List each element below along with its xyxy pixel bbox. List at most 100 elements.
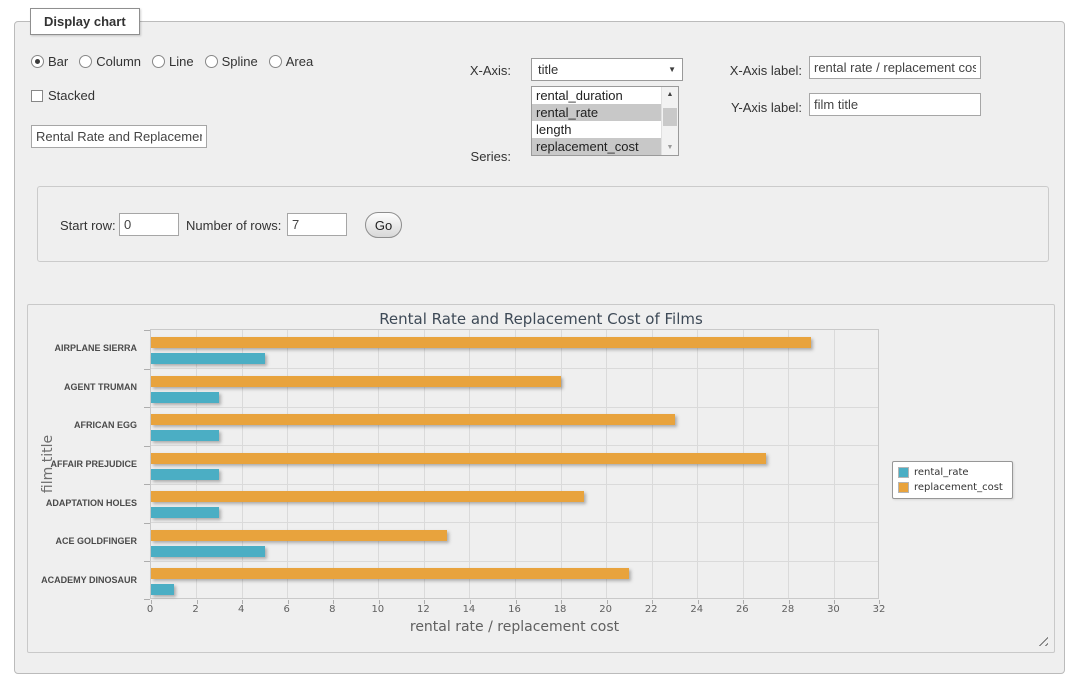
bar-rental_rate[interactable]: [151, 469, 219, 480]
chart-title-input[interactable]: [31, 125, 207, 148]
chart-type-label: Area: [286, 54, 313, 69]
bar-rental_rate[interactable]: [151, 507, 219, 518]
x-tick-label: 16: [508, 604, 521, 615]
scrollbar-thumb[interactable]: [663, 108, 677, 126]
chart-title: Rental Rate and Replacement Cost of Film…: [28, 310, 1054, 328]
bar-replacement_cost[interactable]: [151, 414, 675, 425]
x-tick-label: 30: [827, 604, 840, 615]
stacked-option[interactable]: Stacked: [31, 88, 95, 103]
x-tick-label: 20: [599, 604, 612, 615]
chart-container: Rental Rate and Replacement Cost of Film…: [27, 304, 1055, 653]
grid-line-y: [151, 445, 878, 446]
x-tick-label: 22: [645, 604, 658, 615]
y-tick-mark: [144, 599, 150, 600]
category-label: AFRICAN EGG: [28, 406, 143, 445]
category-label: AFFAIR PREJUDICE: [28, 445, 143, 484]
go-button[interactable]: Go: [365, 212, 402, 238]
scroll-up-icon[interactable]: ▲: [662, 87, 678, 102]
series-scrollbar[interactable]: ▲ ▼: [661, 87, 678, 155]
grid-line-x: [333, 330, 334, 598]
chart-type-label: Line: [169, 54, 194, 69]
legend-item-rental_rate[interactable]: rental_rate: [898, 467, 1003, 478]
x-tick-label: 4: [238, 604, 244, 615]
resize-grip-icon[interactable]: [1035, 633, 1048, 646]
radio-icon[interactable]: [152, 55, 165, 68]
chart-type-group: Bar Column Line Spline Area: [31, 54, 313, 69]
chart-type-option-line[interactable]: Line: [152, 54, 194, 69]
bar-replacement_cost[interactable]: [151, 337, 811, 348]
grid-line-x: [834, 330, 835, 598]
grid-line-x: [287, 330, 288, 598]
bar-rental_rate[interactable]: [151, 430, 219, 441]
bar-replacement_cost[interactable]: [151, 453, 766, 464]
y-tick-mark: [144, 561, 150, 562]
bar-replacement_cost[interactable]: [151, 568, 629, 579]
chart-type-option-spline[interactable]: Spline: [205, 54, 258, 69]
series-select-label: Series:: [445, 149, 511, 164]
x-tick-label: 12: [417, 604, 430, 615]
x-tick-label: 8: [329, 604, 335, 615]
start-row-input[interactable]: [119, 213, 179, 236]
row-range-panel: Start row: Number of rows: Go: [37, 186, 1049, 262]
x-tick-label: 26: [736, 604, 749, 615]
radio-icon[interactable]: [31, 55, 44, 68]
scroll-down-icon[interactable]: ▼: [662, 140, 678, 155]
grid-line-y: [151, 522, 878, 523]
x-axis-title: rental rate / replacement cost: [150, 619, 879, 635]
grid-line-x: [743, 330, 744, 598]
stacked-checkbox[interactable]: [31, 90, 43, 102]
bar-replacement_cost[interactable]: [151, 530, 447, 541]
bar-replacement_cost[interactable]: [151, 376, 561, 387]
y-tick-mark: [144, 446, 150, 447]
grid-line-x: [242, 330, 243, 598]
category-label: ADAPTATION HOLES: [28, 483, 143, 522]
x-tick-label: 24: [690, 604, 703, 615]
series-option-length[interactable]: length: [532, 121, 661, 138]
grid-line-x: [788, 330, 789, 598]
grid-line-x: [469, 330, 470, 598]
legend-item-replacement_cost[interactable]: replacement_cost: [898, 482, 1003, 493]
bar-rental_rate[interactable]: [151, 546, 265, 557]
category-label: AGENT TRUMAN: [28, 368, 143, 407]
grid-line-y: [151, 368, 878, 369]
x-axis-label-label: X-Axis label:: [715, 63, 802, 78]
category-label: ACADEMY DINOSAUR: [28, 560, 143, 599]
start-row-label: Start row:: [60, 218, 116, 233]
y-tick-mark: [144, 407, 150, 408]
legend-swatch: [898, 482, 909, 493]
chart-type-label: Column: [96, 54, 141, 69]
x-axis-selected-value: title: [538, 62, 558, 77]
bar-rental_rate[interactable]: [151, 584, 174, 595]
chart-type-option-column[interactable]: Column: [79, 54, 141, 69]
number-of-rows-input[interactable]: [287, 213, 347, 236]
series-listbox-items: rental_durationrental_ratelengthreplacem…: [532, 87, 661, 155]
series-listbox[interactable]: rental_durationrental_ratelengthreplacem…: [531, 86, 679, 156]
series-option-rental_duration[interactable]: rental_duration: [532, 87, 661, 104]
x-tick-label: 18: [554, 604, 567, 615]
y-tick-mark: [144, 484, 150, 485]
panel-title: Display chart: [30, 8, 140, 35]
stacked-label: Stacked: [48, 88, 95, 103]
series-option-rental_rate[interactable]: rental_rate: [532, 104, 661, 121]
chart-type-label: Bar: [48, 54, 68, 69]
radio-icon[interactable]: [269, 55, 282, 68]
radio-icon[interactable]: [79, 55, 92, 68]
bar-rental_rate[interactable]: [151, 353, 265, 364]
grid-line-y: [151, 407, 878, 408]
x-tick-label: 28: [782, 604, 795, 615]
radio-icon[interactable]: [205, 55, 218, 68]
category-label: ACE GOLDFINGER: [28, 522, 143, 561]
x-axis-label-input[interactable]: [809, 56, 981, 79]
grid-line-x: [515, 330, 516, 598]
y-axis-label-input[interactable]: [809, 93, 981, 116]
chart-type-option-bar[interactable]: Bar: [31, 54, 68, 69]
series-option-replacement_cost[interactable]: replacement_cost: [532, 138, 661, 155]
x-axis-select[interactable]: title ▼: [531, 58, 683, 81]
category-label: AIRPLANE SIERRA: [28, 329, 143, 368]
x-tick-label: 6: [284, 604, 290, 615]
display-chart-panel: Display chart BarColumnLineSplineArea St…: [14, 21, 1065, 674]
x-axis-select-label: X-Axis:: [445, 63, 511, 78]
bar-rental_rate[interactable]: [151, 392, 219, 403]
chart-type-option-area[interactable]: Area: [269, 54, 313, 69]
bar-replacement_cost[interactable]: [151, 491, 584, 502]
